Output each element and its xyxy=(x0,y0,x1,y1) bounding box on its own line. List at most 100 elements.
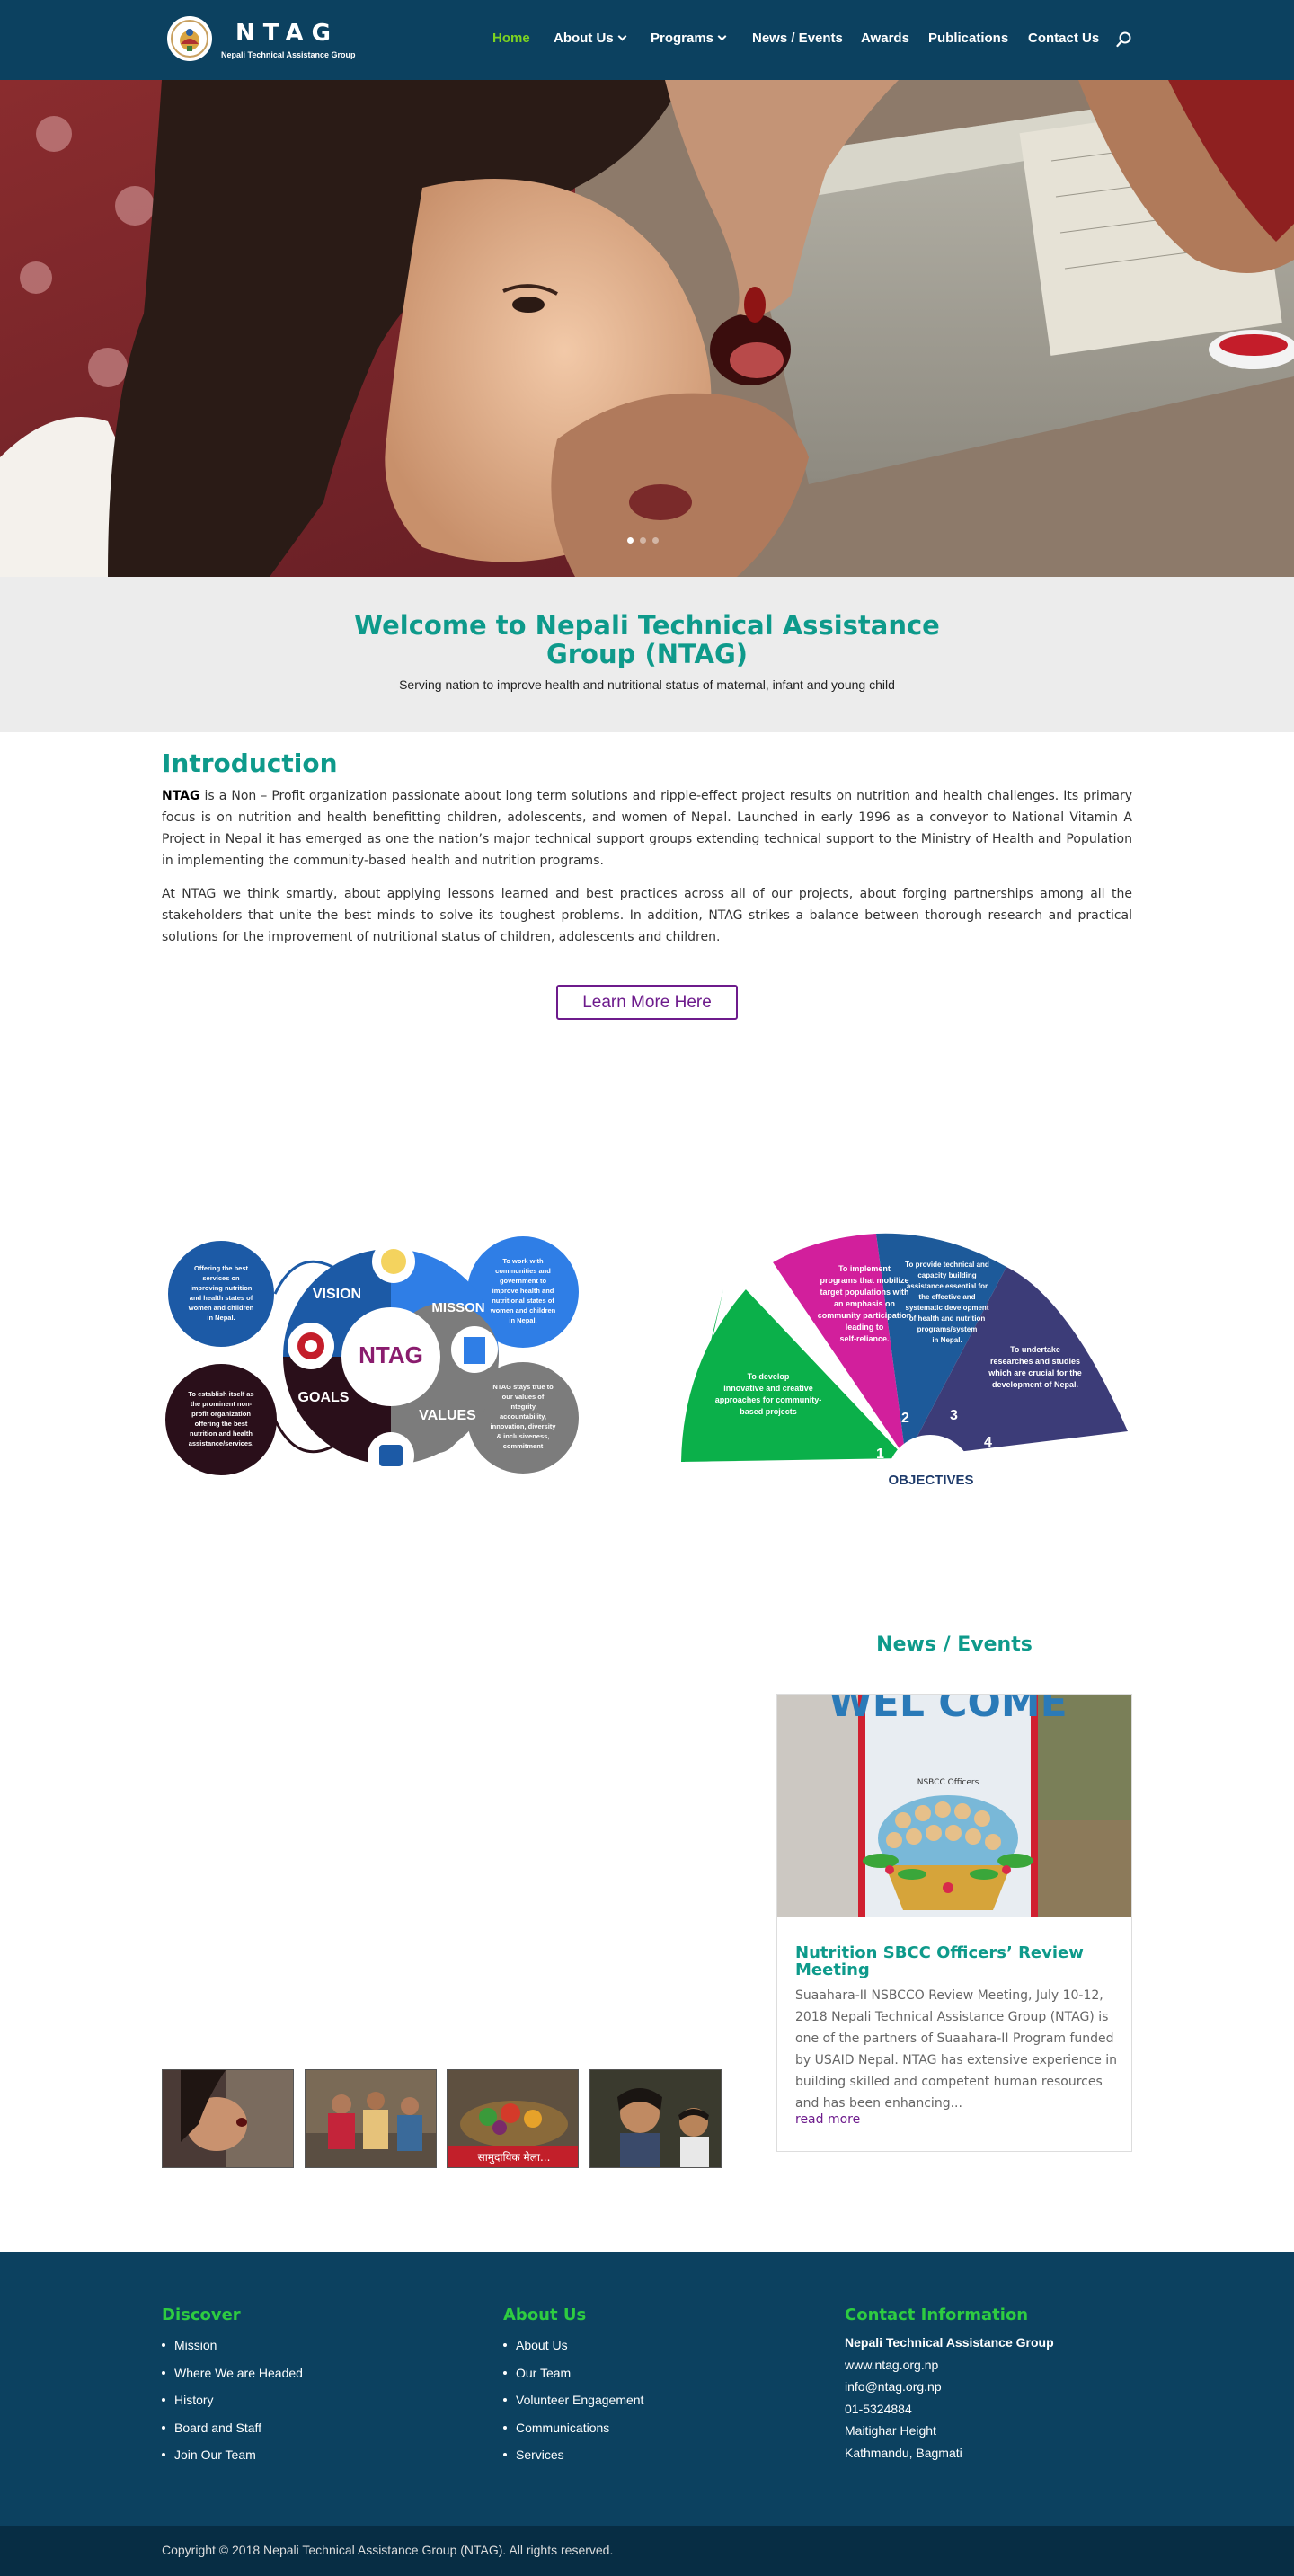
vision-text-line: services on xyxy=(202,1274,240,1282)
gallery-thumbnail[interactable] xyxy=(162,2069,294,2168)
slider-dot-1[interactable] xyxy=(627,537,634,544)
objective-3-text-line: of health and nutrition xyxy=(909,1315,986,1323)
lightbulb-icon xyxy=(381,1249,406,1274)
nav-item-news-events[interactable]: News / Events xyxy=(752,31,843,46)
footer-link-communications[interactable]: Communications xyxy=(503,2414,643,2442)
mission-text-line: women and children xyxy=(490,1306,556,1315)
vision-text-line: Offering the best xyxy=(194,1264,249,1272)
intro-paragraph-1: NTAG is a Non – Profit organization pass… xyxy=(162,785,1132,872)
gallery-thumbnail[interactable] xyxy=(305,2069,437,2168)
nav-item-awards[interactable]: Awards xyxy=(861,31,909,46)
slider-dot-3[interactable] xyxy=(652,537,659,544)
contact-email[interactable]: info@ntag.org.np xyxy=(845,2376,1054,2398)
brand-name[interactable]: NTAG xyxy=(235,20,339,47)
contact-phone: 01-5324884 xyxy=(845,2401,912,2416)
slider-dot-2[interactable] xyxy=(640,537,646,544)
nav-item-about-us[interactable]: About Us xyxy=(554,31,627,46)
objective-1-text-line: based projects xyxy=(740,1407,797,1416)
footer-link-about-us[interactable]: About Us xyxy=(503,2332,643,2359)
learn-more-button[interactable]: Learn More Here xyxy=(556,985,738,1020)
objective-4-number: 4 xyxy=(984,1435,992,1450)
footer-link-join-our-team[interactable]: Join Our Team xyxy=(162,2441,303,2469)
values-text-line: innovation, diversity xyxy=(491,1422,557,1430)
goals-text-line: assistance/services. xyxy=(189,1439,254,1447)
objective-4-text-line: researches and studies xyxy=(990,1357,1080,1366)
ntag-logo[interactable] xyxy=(167,16,212,61)
copyright-bar: Copyright © 2018 Nepali Technical Assist… xyxy=(0,2526,1294,2576)
objective-2-text-line: an emphasis on xyxy=(834,1299,895,1308)
objective-2-text-line: target populations with xyxy=(820,1288,909,1297)
values-label: VALUES xyxy=(419,1408,476,1423)
nav-item-home[interactable]: Home xyxy=(492,31,530,46)
footer-contact-column: Contact Information Nepali Technical Ass… xyxy=(845,2306,1054,2464)
welcome-band: Welcome to Nepali Technical Assistance G… xyxy=(0,577,1294,732)
footer-link-volunteer-engagement[interactable]: Volunteer Engagement xyxy=(503,2386,643,2414)
chevron-down-icon xyxy=(717,31,727,40)
objective-2-number: 2 xyxy=(901,1411,909,1426)
intro-title: Introduction xyxy=(162,748,338,778)
nav-item-programs[interactable]: Programs xyxy=(651,31,727,46)
mission-text-line: communities and xyxy=(495,1267,551,1275)
gallery-banner-text: सामुदायिक मेला... xyxy=(478,2151,551,2164)
gallery-photo-women-group xyxy=(306,2070,436,2167)
goals-text-line: the prominent non- xyxy=(191,1400,253,1408)
welcome-title: Welcome to Nepali Technical Assistance G… xyxy=(354,610,940,669)
objective-1-text-line: To develop xyxy=(748,1372,790,1381)
objective-2-text-line: To implement xyxy=(838,1264,891,1273)
handshake-icon xyxy=(379,1445,403,1466)
contact-org-name: Nepali Technical Assistance Group xyxy=(845,2335,1054,2350)
objective-4-text-line: To undertake xyxy=(1010,1345,1060,1354)
gallery-thumbnail[interactable]: सामुदायिक मेला... xyxy=(447,2069,579,2168)
news-title[interactable]: Nutrition SBCC Officers’ Review Meeting xyxy=(795,1944,1119,1978)
objective-1-number: 1 xyxy=(876,1447,884,1462)
brand-subtitle: Nepali Technical Assistance Group xyxy=(221,50,356,59)
footer-link-board-and-staff[interactable]: Board and Staff xyxy=(162,2414,303,2442)
hero-slide-image xyxy=(0,80,1294,577)
objective-3-text-line: To provide technical and xyxy=(905,1261,989,1269)
footer-link-our-team[interactable]: Our Team xyxy=(503,2359,643,2387)
values-text-line: integrity, xyxy=(509,1403,536,1411)
footer-link-services[interactable]: Services xyxy=(503,2441,643,2469)
contact-website[interactable]: www.ntag.org.np xyxy=(845,2354,1054,2377)
objective-2-text-line: self-reliance. xyxy=(839,1334,889,1343)
search-icon[interactable] xyxy=(1116,31,1132,48)
objective-3-text-line: capacity building xyxy=(917,1271,976,1279)
values-text-line: NTAG stays true to xyxy=(492,1383,554,1391)
site-header: NTAG Nepali Technical Assistance Group H… xyxy=(0,0,1294,80)
vision-text-line: women and children xyxy=(188,1304,254,1312)
objective-3-text-line: systematic development xyxy=(906,1304,989,1312)
read-more-link[interactable]: read more xyxy=(795,2112,860,2127)
contact-address-line-1: Maitighar Height xyxy=(845,2423,936,2438)
hero-slider[interactable] xyxy=(0,80,1294,577)
footer-link-mission[interactable]: Mission xyxy=(162,2332,303,2359)
objective-1-text-line: approaches for community- xyxy=(715,1395,822,1404)
objective-2-text-line: programs that mobilize xyxy=(820,1276,908,1285)
gallery-photo-smiling-women xyxy=(590,2070,721,2167)
objective-2-text-line: community participation xyxy=(818,1311,912,1320)
logo-emblem-icon xyxy=(171,20,208,58)
clipboard-icon xyxy=(464,1337,485,1364)
goals-text-line: nutrition and health xyxy=(190,1430,253,1438)
objective-1-text-line: innovative and creative xyxy=(723,1384,813,1393)
vision-text-line: improving nutrition xyxy=(191,1284,253,1292)
contact-address-line-2: Kathmandu, Bagmati xyxy=(845,2445,962,2460)
objectives-fan-graphic: OBJECTIVES 1 2 3 4 To develop innovative… xyxy=(681,1233,1128,1487)
welcome-subtitle: Serving nation to improve health and nut… xyxy=(399,677,895,692)
copyright-text: Copyright © 2018 Nepali Technical Assist… xyxy=(162,2543,614,2557)
goals-text-line: To establish itself as xyxy=(188,1390,253,1398)
mission-text-line: improve health and xyxy=(492,1287,554,1295)
objective-2-text-line: leading to xyxy=(846,1323,884,1332)
chevron-down-icon xyxy=(617,31,627,40)
mission-text-line: To work with xyxy=(502,1257,544,1265)
objective-3-text-line: programs/system xyxy=(917,1325,978,1333)
nav-item-contact-us[interactable]: Contact Us xyxy=(1028,31,1099,46)
news-card[interactable]: WEL COME NSBCC Officers Nutrition SBCC O… xyxy=(776,1694,1132,2152)
mission-label: MISSON xyxy=(431,1300,484,1315)
footer-link-where-we-are-headed[interactable]: Where We are Headed xyxy=(162,2359,303,2387)
footer-link-history[interactable]: History xyxy=(162,2386,303,2414)
intro-paragraph-2: At NTAG we think smartly, about applying… xyxy=(162,887,1132,944)
mission-text-line: government to xyxy=(500,1277,547,1285)
gallery-thumbnail[interactable] xyxy=(589,2069,722,2168)
news-image[interactable]: WEL COME NSBCC Officers xyxy=(777,1695,1131,1917)
nav-item-publications[interactable]: Publications xyxy=(928,31,1008,46)
